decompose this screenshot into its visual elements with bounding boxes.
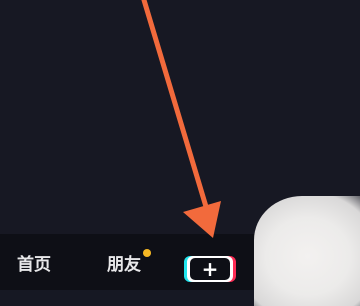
tab-friends[interactable]: 朋友 <box>92 234 156 290</box>
tab-home[interactable]: 首页 <box>4 234 64 290</box>
friends-notification-badge <box>143 249 151 257</box>
plus-icon: + <box>190 258 230 280</box>
create-button[interactable]: + <box>187 256 233 282</box>
tab-friends-label: 朋友 <box>107 254 141 275</box>
create-button-label: + <box>201 257 219 281</box>
tab-home-label: 首页 <box>17 254 51 275</box>
